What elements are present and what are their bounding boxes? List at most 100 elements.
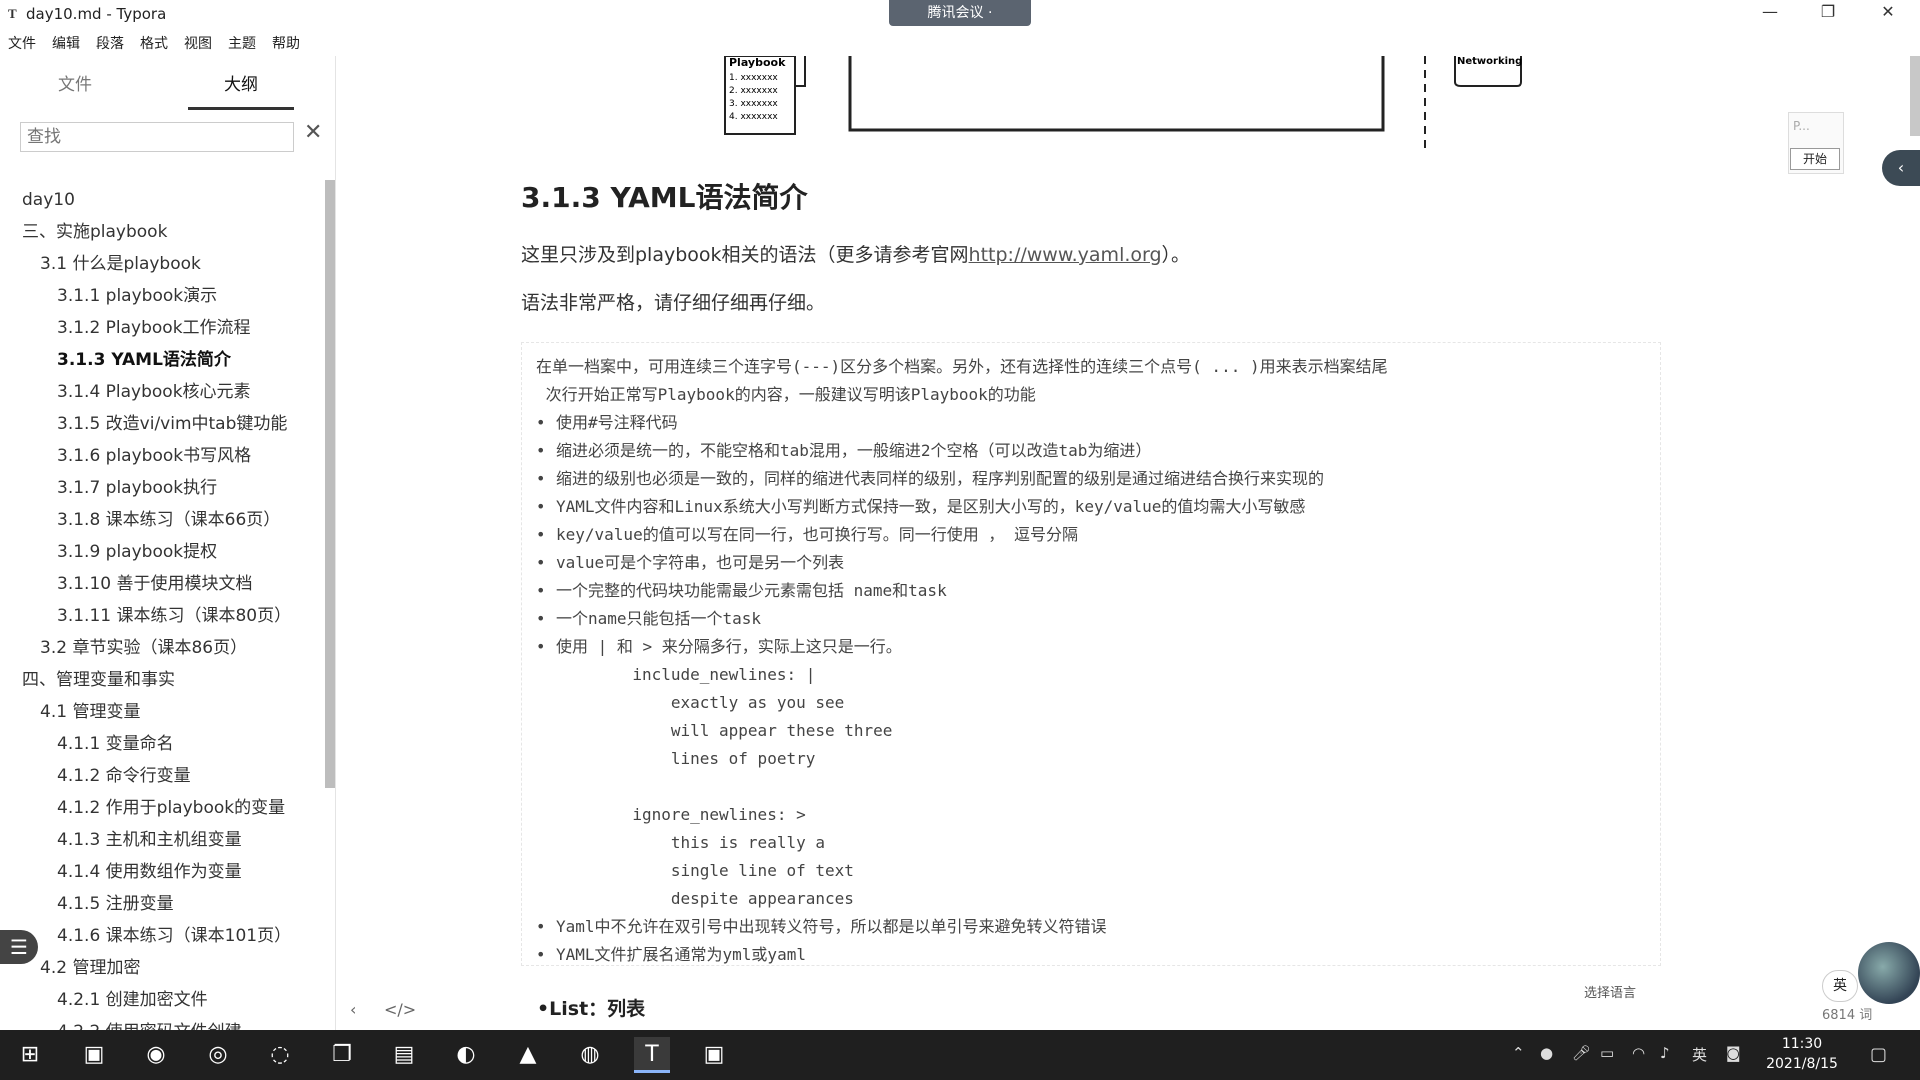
outline-item[interactable]: 4.1.1 变量命名 bbox=[0, 728, 325, 760]
tab-outline[interactable]: 大纲 bbox=[188, 70, 294, 110]
outline-item[interactable]: 4.2.2 使用密码文件创建 bbox=[0, 1016, 325, 1030]
code-line: will appear these three bbox=[536, 717, 1660, 745]
code-line-text: value可是个字符串，也可是另一个列表 bbox=[556, 553, 845, 572]
yaml-org-link[interactable]: http://www.yaml.org bbox=[969, 244, 1162, 266]
windows-start-icon[interactable]: ⊞ bbox=[12, 1037, 48, 1073]
window-title: day10.md - Typora bbox=[26, 5, 167, 23]
start-button[interactable]: 开始 bbox=[1790, 148, 1840, 170]
menu-help[interactable]: 帮助 bbox=[264, 31, 308, 55]
outline-item[interactable]: 4.1.4 使用数组作为变量 bbox=[0, 856, 325, 888]
outline-item[interactable]: 三、实施playbook bbox=[0, 216, 325, 248]
code-line-text: exactly as you see bbox=[536, 693, 845, 712]
typora-taskbar-icon[interactable]: T bbox=[634, 1037, 670, 1073]
outline-item[interactable]: 4.1.3 主机和主机组变量 bbox=[0, 824, 325, 856]
outline-item[interactable]: day10 bbox=[0, 184, 325, 216]
code-line: • 一个完整的代码块功能需最少元素需包括 name和task bbox=[536, 577, 1660, 605]
outline-item[interactable]: 3.1.2 Playbook工作流程 bbox=[0, 312, 325, 344]
outline-item[interactable]: 4.1.6 课本练习（课本101页） bbox=[0, 920, 325, 952]
tray-input-language[interactable]: 英 bbox=[1692, 1044, 1707, 1065]
outline-item[interactable]: 3.1.5 改造vi/vim中tab键功能 bbox=[0, 408, 325, 440]
bullet-marker: • bbox=[536, 637, 546, 656]
minimize-button[interactable]: — bbox=[1750, 2, 1790, 21]
tab-files[interactable]: 文件 bbox=[22, 70, 128, 110]
code-line: • YAML文件内容和Linux系统大小写判断方式保持一致，是区别大小写的，key… bbox=[536, 493, 1660, 521]
tray-app-icon[interactable]: ● bbox=[1540, 1044, 1553, 1062]
outline-search-input[interactable] bbox=[20, 122, 294, 152]
sidebar-scrollbar[interactable] bbox=[325, 180, 335, 788]
system-clock[interactable]: 11:30 2021/8/15 bbox=[1762, 1034, 1842, 1074]
outline-item[interactable]: 3.2 章节实验（课本86页） bbox=[0, 632, 325, 664]
code-line: • 使用 | 和 > 来分隔多行，实际上这只是一行。 bbox=[536, 633, 1660, 661]
sidebar: 文件 大纲 ✕ day10三、实施playbook3.1 什么是playbook… bbox=[0, 56, 336, 1030]
input-language-pill[interactable]: 英 bbox=[1822, 970, 1858, 1002]
netease-music-icon[interactable]: ◍ bbox=[572, 1037, 608, 1073]
outline-item[interactable]: 4.2 管理加密 bbox=[0, 952, 325, 984]
photos-icon[interactable]: ▲ bbox=[510, 1037, 546, 1073]
list-heading: •List：列表 bbox=[537, 998, 646, 1020]
code-block[interactable]: 在单一档案中，可用连续三个连字号(---)区分多个档案。另外，还有选择性的连续三… bbox=[521, 342, 1661, 966]
code-line: this is really a bbox=[536, 829, 1660, 857]
outline-item[interactable]: 4.2.1 创建加密文件 bbox=[0, 984, 325, 1016]
word-count: 6814 词 bbox=[1822, 1008, 1873, 1023]
close-button[interactable]: ✕ bbox=[1868, 2, 1908, 21]
code-line: • 一个name只能包括一个task bbox=[536, 605, 1660, 633]
app-thumbnail-icon[interactable]: ▣ bbox=[76, 1037, 112, 1073]
menu-theme[interactable]: 主题 bbox=[220, 31, 264, 55]
outline-item[interactable]: 4.1.5 注册变量 bbox=[0, 888, 325, 920]
file-explorer-icon[interactable]: ▤ bbox=[386, 1037, 422, 1073]
outline-item[interactable]: 3.1 什么是playbook bbox=[0, 248, 325, 280]
language-select[interactable]: 选择语言 bbox=[1584, 982, 1636, 1001]
wifi-icon[interactable]: ◠ bbox=[1632, 1044, 1645, 1062]
chrome-icon[interactable]: ◎ bbox=[200, 1037, 236, 1073]
restore-button[interactable]: ❐ bbox=[1808, 2, 1848, 21]
outline-item[interactable]: 3.1.4 Playbook核心元素 bbox=[0, 376, 325, 408]
app-window-icon[interactable]: ▣ bbox=[696, 1037, 732, 1073]
code-line-text: ignore_newlines: > bbox=[536, 805, 806, 824]
menu-edit[interactable]: 编辑 bbox=[44, 31, 88, 55]
notification-icon[interactable]: ▢ bbox=[1870, 1044, 1887, 1065]
vivaldi-icon[interactable]: ◉ bbox=[138, 1037, 174, 1073]
editor-scrollbar[interactable] bbox=[1910, 56, 1920, 136]
outline-item[interactable]: 4.1 管理变量 bbox=[0, 696, 325, 728]
outline-item[interactable]: 3.1.7 playbook执行 bbox=[0, 472, 325, 504]
close-icon[interactable]: ✕ bbox=[304, 120, 324, 145]
outline-item[interactable]: 4.1.2 作用于playbook的变量 bbox=[0, 792, 325, 824]
edge-icon[interactable]: ◐ bbox=[448, 1037, 484, 1073]
outline-item[interactable]: 3.1.6 playbook书写风格 bbox=[0, 440, 325, 472]
outline-item[interactable]: 4.1.2 命令行变量 bbox=[0, 760, 325, 792]
code-line: 在单一档案中，可用连续三个连字号(---)区分多个档案。另外，还有选择性的连续三… bbox=[536, 353, 1660, 381]
typora-app-icon: T bbox=[8, 6, 17, 21]
battery-icon[interactable]: ▭ bbox=[1600, 1044, 1614, 1062]
menu-format[interactable]: 格式 bbox=[132, 31, 176, 55]
menu-bar: 文件 编辑 段落 格式 视图 主题 帮助 bbox=[0, 31, 308, 55]
menu-file[interactable]: 文件 bbox=[0, 31, 44, 55]
virtual-desktop-icon[interactable]: ❐ bbox=[324, 1037, 360, 1073]
code-line-text: 在单一档案中，可用连续三个连字号(---)区分多个档案。另外，还有选择性的连续三… bbox=[536, 357, 1388, 376]
outline-item[interactable]: 3.1.11 课本练习（课本80页） bbox=[0, 600, 325, 632]
outline-item[interactable]: 3.1.3 YAML语法简介 bbox=[0, 344, 325, 376]
code-line-text: this is really a bbox=[536, 833, 825, 852]
outline-toggle-icon[interactable]: ☰ bbox=[0, 930, 38, 964]
bullet-marker: • bbox=[536, 497, 546, 516]
outline-item[interactable]: 3.1.9 playbook提权 bbox=[0, 536, 325, 568]
tencent-meeting-bar[interactable]: 腾讯会议 · bbox=[889, 0, 1031, 26]
outline-item[interactable]: 四、管理变量和事实 bbox=[0, 664, 325, 696]
code-line: single line of text bbox=[536, 857, 1660, 885]
menu-view[interactable]: 视图 bbox=[176, 31, 220, 55]
microphone-icon[interactable]: 🎤︎ bbox=[1572, 1044, 1591, 1062]
playbook-diagram: Playbook 1. xxxxxxx 2. xxxxxxx 3. xxxxxx… bbox=[724, 56, 1522, 152]
outline-item[interactable]: 3.1.1 playbook演示 bbox=[0, 280, 325, 312]
chevron-up-icon[interactable]: ⌃ bbox=[1512, 1044, 1525, 1062]
outline-item[interactable]: 3.1.10 善于使用模块文档 bbox=[0, 568, 325, 600]
wechat-icon[interactable]: ◌ bbox=[262, 1037, 298, 1073]
code-line-text: YAML文件内容和Linux系统大小写判断方式保持一致，是区别大小写的，key/… bbox=[556, 497, 1306, 516]
volume-icon[interactable]: ♪ bbox=[1660, 1044, 1670, 1062]
diagram-playbook-label: Playbook bbox=[729, 56, 786, 69]
webcam-avatar bbox=[1858, 942, 1920, 1004]
menu-paragraph[interactable]: 段落 bbox=[88, 31, 132, 55]
outline-item[interactable]: 3.1.8 课本练习（课本66页） bbox=[0, 504, 325, 536]
collapse-panel-icon[interactable]: ‹ bbox=[1882, 150, 1920, 186]
editor-area[interactable]: Playbook 1. xxxxxxx 2. xxxxxxx 3. xxxxxx… bbox=[337, 56, 1920, 1030]
ime-icon[interactable]: ◙ bbox=[1726, 1044, 1741, 1062]
